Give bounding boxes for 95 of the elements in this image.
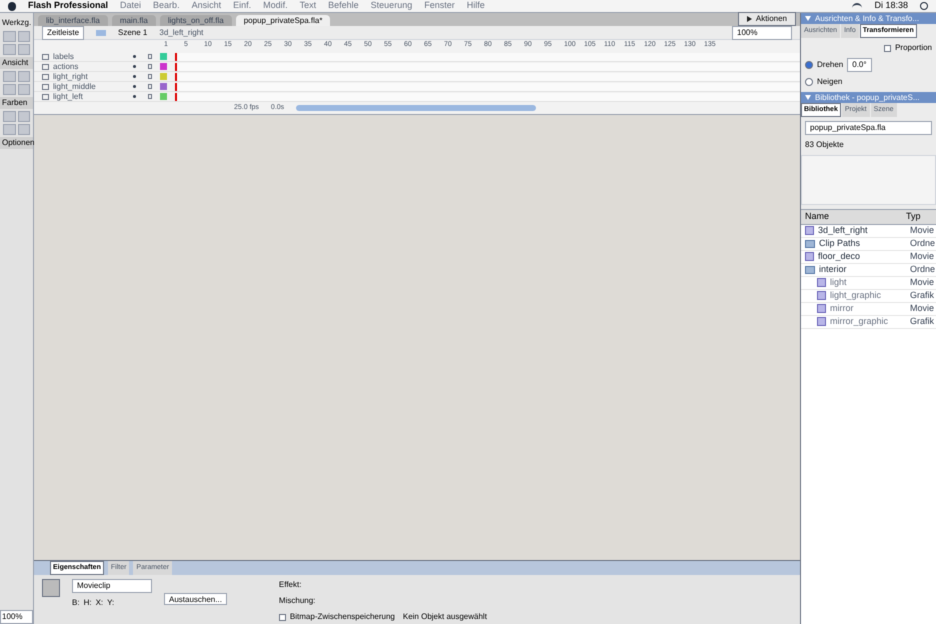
menu-item[interactable]: Hilfe xyxy=(466,0,485,13)
checkbox[interactable] xyxy=(278,614,286,620)
library-item-name[interactable]: Clip Paths xyxy=(819,236,910,250)
folder-icon xyxy=(805,266,815,274)
library-dropdown[interactable]: popup_privateSpa.fla xyxy=(805,121,932,135)
library-item-name[interactable]: light xyxy=(830,276,910,290)
library-item-type: Movie xyxy=(910,276,936,289)
width-label: B: xyxy=(72,597,80,609)
layer-name[interactable]: light_left xyxy=(53,90,133,102)
zoom-field[interactable]: 100% xyxy=(732,26,792,40)
menu-item[interactable]: Ansicht xyxy=(192,0,222,13)
expand-triangle-icon xyxy=(746,16,752,22)
tool-icon[interactable] xyxy=(18,111,30,122)
layer-color-square[interactable] xyxy=(160,63,167,70)
document-tab[interactable]: main.fla xyxy=(112,15,156,26)
column-header[interactable]: Typ xyxy=(906,210,932,224)
collapse-triangle-icon xyxy=(805,16,811,21)
layer-color-square[interactable] xyxy=(160,53,167,60)
effect-label: Effekt: xyxy=(278,579,302,591)
layer-color-square[interactable] xyxy=(160,73,167,80)
y-label: Y: xyxy=(107,597,114,609)
menu-item[interactable]: Befehle xyxy=(328,0,359,13)
library-item-type: Grafik xyxy=(910,288,936,302)
tool-icon[interactable] xyxy=(3,124,16,135)
radio-label: Neigen xyxy=(817,76,842,88)
library-item-type: Ordne xyxy=(910,236,936,250)
layer-name[interactable]: actions xyxy=(53,60,133,72)
library-item-type: Movie xyxy=(910,250,936,263)
x-label: X: xyxy=(96,597,104,609)
height-label: H: xyxy=(84,597,92,609)
menu-clock[interactable]: Di 18:38 xyxy=(874,0,908,13)
actions-panel-tab[interactable]: Aktionen xyxy=(738,12,796,26)
menu-item[interactable]: Steuerung xyxy=(370,0,412,13)
layer-color-square[interactable] xyxy=(160,83,167,90)
menu-item[interactable]: Text xyxy=(300,0,316,13)
symbol-icon xyxy=(805,252,814,261)
timeline-scrollbar[interactable] xyxy=(296,105,536,111)
menu-item[interactable]: Fenster xyxy=(424,0,455,13)
layer-name[interactable]: labels xyxy=(53,50,133,62)
tool-icon[interactable] xyxy=(3,111,16,122)
library-item-type: Grafik xyxy=(910,314,936,328)
layer-color-square[interactable] xyxy=(160,93,167,100)
section-title: Farben xyxy=(0,97,33,109)
app-menu[interactable]: Flash Professional xyxy=(28,0,108,13)
tool-icon[interactable] xyxy=(3,71,16,82)
library-item-name[interactable]: light_graphic xyxy=(830,288,910,302)
tool-icon[interactable] xyxy=(3,84,16,95)
menu-item[interactable]: Datei xyxy=(120,0,142,13)
library-item-name[interactable]: 3d_left_right xyxy=(818,224,910,238)
checkbox[interactable] xyxy=(884,44,892,52)
tool-icon[interactable] xyxy=(3,44,16,55)
document-tab[interactable]: popup_privateSpa.fla* xyxy=(236,15,330,26)
tool-icon[interactable] xyxy=(18,44,30,55)
layer-name[interactable]: light_right xyxy=(53,70,133,82)
object-count: 83 Objekte xyxy=(804,139,845,151)
tool-icon[interactable] xyxy=(18,84,30,95)
collapse-triangle-icon xyxy=(805,95,811,100)
symbol-label[interactable]: 3d_left_right xyxy=(159,26,204,38)
document-tab[interactable]: lights_on_off.fla xyxy=(160,15,232,26)
status-text: Kein Objekt ausgewählt xyxy=(402,611,487,623)
document-tab[interactable]: lib_interface.fla xyxy=(38,15,108,26)
tool-icon[interactable] xyxy=(18,124,30,135)
library-item-name[interactable]: mirror_graphic xyxy=(830,314,910,328)
angle-field[interactable]: 0.0° xyxy=(847,58,872,72)
symbol-icon xyxy=(42,579,60,597)
checkbox-label: Bitmap-Zwischenspeicherung xyxy=(290,611,395,623)
library-item-type: Ordne xyxy=(910,262,936,276)
radio-button[interactable] xyxy=(805,78,813,86)
symbol-icon xyxy=(805,226,814,235)
symbol-type-dropdown[interactable]: Movieclip xyxy=(72,579,152,593)
tool-icon[interactable] xyxy=(18,31,30,42)
layer-name[interactable]: light_middle xyxy=(53,80,133,92)
radio-button[interactable] xyxy=(805,61,813,69)
menu-item[interactable]: Modif. xyxy=(263,0,288,13)
folder-icon xyxy=(805,240,815,248)
blend-label: Mischung: xyxy=(278,595,316,607)
section-title: Optionen xyxy=(0,137,33,149)
library-item-name[interactable]: floor_deco xyxy=(818,250,910,264)
proportion-label: Proportion xyxy=(895,42,932,54)
swap-button[interactable]: Austauschen... xyxy=(164,593,227,605)
timeline-button[interactable]: Zeitleiste xyxy=(42,26,84,40)
scene-label[interactable]: Szene 1 xyxy=(118,26,148,38)
tool-icon[interactable] xyxy=(3,31,16,42)
library-item-type: Movie xyxy=(910,302,936,315)
radio-label: Drehen xyxy=(817,59,844,71)
library-item-type: Movie xyxy=(910,224,936,237)
menu-item[interactable]: Bearb. xyxy=(153,0,180,13)
library-item-name[interactable]: interior xyxy=(819,262,910,276)
tool-icon[interactable] xyxy=(18,71,30,82)
library-item-name[interactable]: mirror xyxy=(830,302,910,316)
section-title: Ansicht xyxy=(0,57,33,69)
zoom-level[interactable]: 100% xyxy=(0,610,33,624)
column-header[interactable]: Name xyxy=(805,210,906,224)
menu-item[interactable]: Einf. xyxy=(233,0,252,13)
panel-title: Werkzg. xyxy=(1,17,32,29)
